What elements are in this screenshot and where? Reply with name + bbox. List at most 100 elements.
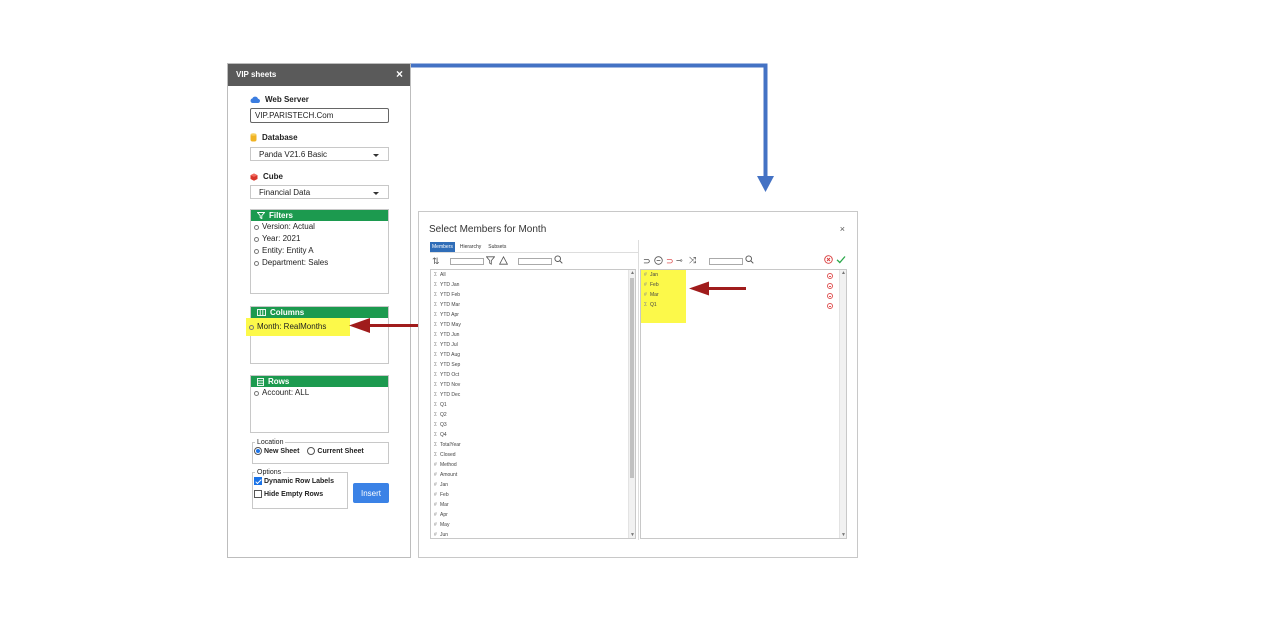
- member-label: Q4: [440, 432, 447, 438]
- dialog-title: Select Members for Month: [429, 224, 547, 235]
- scroll-up-icon[interactable]: ▲: [841, 270, 846, 276]
- member-label: Closed: [440, 452, 456, 458]
- list-item[interactable]: Σ YTD Oct: [431, 370, 635, 380]
- web-server-input[interactable]: VIP.PARISTECH.Com: [250, 108, 389, 123]
- tab-hierarchy[interactable]: Hierarchy: [458, 242, 483, 252]
- connector-arrowhead: [757, 176, 774, 192]
- list-item[interactable]: Σ YTD Apr: [431, 310, 635, 320]
- right-search-input[interactable]: [709, 258, 743, 265]
- list-item[interactable]: Σ YTD Jan: [431, 280, 635, 290]
- list-item[interactable]: Σ YTD Aug: [431, 350, 635, 360]
- column-item-month[interactable]: Month: RealMonths: [246, 318, 350, 336]
- selected-scrollbar[interactable]: ▲ ▼: [839, 270, 846, 538]
- left-filter-input[interactable]: [450, 258, 484, 265]
- dynamic-row-labels-checkbox[interactable]: Dynamic Row Labels: [253, 476, 347, 485]
- member-label: YTD Mar: [440, 302, 460, 308]
- scroll-down-icon[interactable]: ▼: [841, 532, 846, 538]
- filter-item-year[interactable]: Year: 2021: [251, 233, 388, 245]
- shuffle-icon[interactable]: ⤨: [689, 255, 696, 265]
- list-item[interactable]: Σ YTD Sep: [431, 360, 635, 370]
- list-item[interactable]: Σ TotalYear: [431, 440, 635, 450]
- clear-icon[interactable]: [824, 255, 833, 264]
- tab-members[interactable]: Members: [430, 242, 455, 252]
- list-item[interactable]: # Apr: [431, 510, 635, 520]
- list-item[interactable]: Σ YTD Jul: [431, 340, 635, 350]
- remove-icon[interactable]: [827, 283, 833, 289]
- funnel-icon[interactable]: [486, 256, 495, 265]
- list-item[interactable]: # Mar: [431, 500, 635, 510]
- selected-list[interactable]: # Jan # Feb # Mar Σ Q1 ▲ ▼: [640, 269, 847, 539]
- list-item[interactable]: # Jan: [641, 270, 831, 280]
- handle-icon: [254, 248, 259, 254]
- list-item[interactable]: Σ Q1: [431, 400, 635, 410]
- filters-box[interactable]: Filters Version: Actual Year: 2021 Entit…: [250, 209, 389, 294]
- scroll-up-icon[interactable]: ▲: [630, 270, 635, 276]
- list-item[interactable]: Σ YTD Mar: [431, 300, 635, 310]
- rows-box[interactable]: Rows Account: ALL: [250, 375, 389, 433]
- list-item[interactable]: # Mar: [641, 290, 831, 300]
- list-item[interactable]: Σ YTD May: [431, 320, 635, 330]
- filter-item-department[interactable]: Department: Sales: [251, 257, 388, 269]
- list-item[interactable]: Σ Closed: [431, 450, 635, 460]
- cloud-icon: [250, 96, 260, 103]
- panel-close-button[interactable]: ×: [396, 67, 403, 81]
- row-item-account[interactable]: Account: ALL: [251, 387, 388, 399]
- new-sheet-radio[interactable]: New Sheet: [254, 447, 299, 455]
- hide-empty-rows-checkbox[interactable]: Hide Empty Rows: [253, 485, 347, 498]
- scroll-down-icon[interactable]: ▼: [630, 532, 635, 538]
- dialog-close-button[interactable]: ×: [840, 224, 845, 234]
- remove-icon[interactable]: [827, 293, 833, 299]
- remove-all-icon[interactable]: ⊃: [666, 256, 674, 266]
- panel-title: VIP sheets: [236, 70, 277, 79]
- list-item[interactable]: # May: [431, 520, 635, 530]
- list-item[interactable]: Σ Q1: [641, 300, 831, 310]
- member-label: YTD Dec: [440, 392, 461, 398]
- handle-icon: [254, 224, 259, 230]
- select-icon[interactable]: ⊃: [643, 256, 651, 266]
- list-item[interactable]: Σ YTD Nov: [431, 380, 635, 390]
- remove-icon[interactable]: [827, 273, 833, 279]
- list-item[interactable]: Σ YTD Jun: [431, 330, 635, 340]
- list-item[interactable]: # Jun: [431, 530, 635, 538]
- list-item[interactable]: Σ Q2: [431, 410, 635, 420]
- triangle-icon[interactable]: [499, 256, 508, 265]
- left-search-input[interactable]: [518, 258, 552, 265]
- list-item[interactable]: Σ Q3: [431, 420, 635, 430]
- member-label: YTD Feb: [440, 292, 461, 298]
- member-label: All: [440, 272, 446, 278]
- list-item[interactable]: Σ YTD Dec: [431, 390, 635, 400]
- member-label: YTD May: [440, 322, 461, 328]
- selected-items: # Jan # Feb # Mar Σ Q1: [641, 270, 831, 310]
- list-item[interactable]: Σ All: [431, 270, 635, 280]
- search-icon[interactable]: [554, 255, 563, 264]
- filter-item-entity[interactable]: Entity: Entity A: [251, 245, 388, 257]
- member-label: Jan: [440, 482, 449, 488]
- search-icon[interactable]: [745, 255, 754, 264]
- list-item[interactable]: # Amount: [431, 470, 635, 480]
- scrollbar-thumb[interactable]: [630, 278, 634, 478]
- members-list[interactable]: Σ All Σ YTD Jan Σ YTD Feb Σ YTD Mar Σ YTD Apr Σ YTD…: [430, 269, 636, 539]
- insert-left-icon[interactable]: ⊸: [676, 256, 683, 266]
- member-label: YTD Apr: [440, 312, 459, 318]
- insert-button[interactable]: Insert: [353, 483, 389, 503]
- list-item[interactable]: # Feb: [431, 490, 635, 500]
- tab-subsets[interactable]: Subsets: [486, 242, 508, 252]
- list-item[interactable]: # Feb: [641, 280, 831, 290]
- list-item[interactable]: Σ YTD Feb: [431, 290, 635, 300]
- list-item[interactable]: Σ Q4: [431, 430, 635, 440]
- sort-icon[interactable]: ⇅: [432, 256, 440, 266]
- check-icon[interactable]: [836, 255, 846, 264]
- pane-divider: [638, 240, 639, 540]
- current-sheet-radio[interactable]: Current Sheet: [307, 447, 364, 455]
- list-item[interactable]: # Method: [431, 460, 635, 470]
- filter-icon: [257, 212, 265, 219]
- cube-icon: [250, 173, 258, 181]
- database-select[interactable]: Panda V21.6 Basic: [250, 147, 389, 161]
- cube-select[interactable]: Financial Data: [250, 185, 389, 199]
- members-scrollbar[interactable]: ▲ ▼: [628, 270, 635, 538]
- rows-icon: [257, 377, 264, 386]
- filter-item-version[interactable]: Version: Actual: [251, 221, 388, 233]
- list-item[interactable]: # Jan: [431, 480, 635, 490]
- remove-icon[interactable]: [827, 303, 833, 309]
- deselect-icon[interactable]: [654, 256, 663, 265]
